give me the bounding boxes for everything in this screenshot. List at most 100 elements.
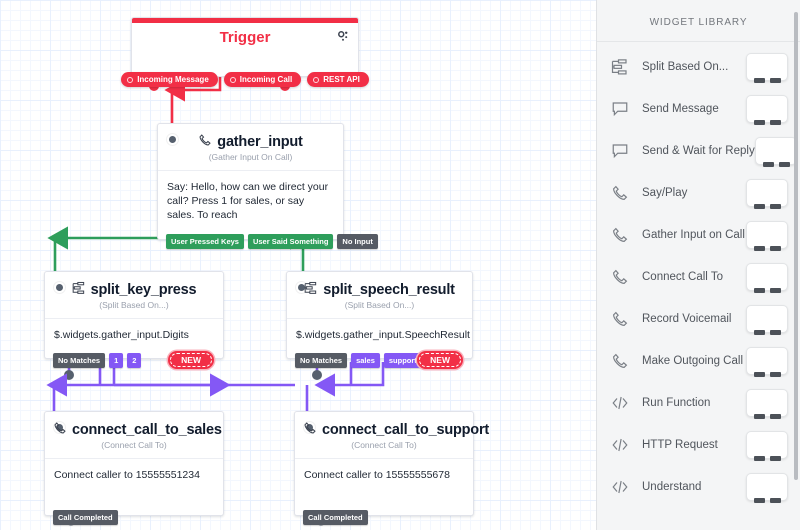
library-item-thumbnail[interactable] — [746, 95, 788, 125]
library-item-label: Gather Input on Call — [642, 229, 745, 241]
widget-library-title: WIDGET LIBRARY — [597, 0, 800, 42]
chip-key-1[interactable]: 1 — [109, 353, 124, 369]
phone-icon — [611, 310, 637, 328]
library-item-thumbnail[interactable] — [746, 263, 788, 293]
node-title-text: split_speech_result — [323, 281, 455, 298]
chip-sales[interactable]: sales — [351, 353, 380, 369]
node-subtitle: (Gather Input On Call) — [208, 152, 293, 162]
node-split-key-press[interactable]: split_key_press (Split Based On...) $.wi… — [44, 271, 224, 370]
library-item-thumbnail[interactable] — [746, 221, 788, 251]
library-item-thumbnail[interactable] — [754, 137, 797, 167]
code-icon — [611, 478, 637, 496]
phone-icon — [53, 421, 67, 439]
phone-icon — [611, 226, 637, 244]
library-item-label: Send & Wait for Reply — [642, 145, 755, 157]
trigger-title: Trigger — [219, 29, 271, 46]
chip-support[interactable]: support — [383, 353, 422, 369]
library-item-understand[interactable]: Understand — [597, 466, 800, 508]
gear-icon[interactable] — [336, 29, 350, 48]
split-icon — [72, 281, 86, 299]
library-item-connect-call-to[interactable]: Connect Call To — [597, 256, 800, 298]
node-header: connect_call_to_support (Connect Call To… — [295, 412, 489, 452]
node-title: split_speech_result — [295, 281, 464, 299]
chip-key-2[interactable]: 2 — [127, 353, 142, 369]
trigger-pill-incoming-message[interactable]: Incoming Message — [121, 72, 218, 87]
pill-dot-icon — [127, 76, 134, 83]
code-icon — [611, 394, 637, 412]
library-item-make-outgoing-call[interactable]: Make Outgoing Call — [597, 340, 800, 382]
node-title-text: connect_call_to_support — [322, 421, 490, 438]
pill-dot-icon — [313, 76, 320, 83]
library-item-record-voicemail[interactable]: Record Voicemail — [597, 298, 800, 340]
split-icon — [304, 281, 318, 299]
node-transition-chips: No Matches 1 2 — [53, 353, 142, 369]
library-item-label: Make Outgoing Call — [642, 355, 743, 367]
library-item-send-and-wait-for-reply[interactable]: Send & Wait for Reply — [597, 130, 800, 172]
new-transition-button[interactable]: NEW — [417, 351, 463, 370]
library-item-thumbnail[interactable] — [746, 305, 788, 335]
node-subtitle: (Connect Call To) — [351, 440, 417, 450]
library-item-send-message[interactable]: Send Message — [597, 88, 800, 130]
library-item-split-based-on[interactable]: Split Based On... — [597, 46, 800, 88]
chip-no-input[interactable]: No Input — [337, 233, 378, 249]
library-item-label: Understand — [642, 481, 702, 493]
trigger-accent-bar — [132, 18, 358, 23]
node-title-text: split_key_press — [90, 281, 197, 298]
split-icon — [611, 58, 637, 76]
node-connect-call-to-support[interactable]: connect_call_to_support (Connect Call To… — [294, 411, 489, 526]
chip-call-completed[interactable]: Call Completed — [53, 510, 118, 526]
phone-icon — [611, 352, 637, 370]
chat-bubble-icon — [611, 142, 637, 160]
library-item-run-function[interactable]: Run Function — [597, 382, 800, 424]
node-connect-call-to-sales[interactable]: connect_call_to_sales (Connect Call To) … — [44, 411, 224, 526]
new-transition-button[interactable]: NEW — [168, 351, 214, 370]
phone-icon — [303, 421, 317, 439]
library-item-thumbnail[interactable] — [746, 179, 788, 209]
pill-label: REST API — [323, 75, 360, 84]
chip-no-matches[interactable]: No Matches — [53, 353, 106, 369]
library-scrollbar[interactable] — [794, 12, 798, 480]
node-transition-chips: Call Completed — [303, 510, 368, 526]
library-item-http-request[interactable]: HTTP Request — [597, 424, 800, 466]
node-title: split_key_press — [53, 281, 215, 299]
node-header: split_key_press (Split Based On...) — [45, 272, 223, 312]
node-subtitle: (Connect Call To) — [101, 440, 167, 450]
edge-split-speech-result-matches — [305, 362, 385, 414]
phone-icon — [611, 184, 637, 202]
chip-user-said-something[interactable]: User Said Something — [247, 233, 334, 249]
library-item-label: Connect Call To — [642, 271, 723, 283]
node-header: split_speech_result (Split Based On...) — [287, 272, 472, 312]
phone-icon — [198, 133, 212, 151]
flow-canvas[interactable]: Trigger Incoming Message Incoming Call R… — [0, 0, 596, 530]
library-item-thumbnail[interactable] — [746, 53, 788, 83]
library-item-thumbnail[interactable] — [746, 389, 788, 419]
library-item-thumbnail[interactable] — [746, 473, 788, 503]
node-body-text: Say: Hello, how can we direct your call?… — [158, 170, 343, 239]
chip-user-pressed-keys[interactable]: User Pressed Keys — [166, 233, 244, 249]
trigger-node[interactable]: Trigger Incoming Message Incoming Call R… — [121, 17, 369, 87]
widget-library-panel: WIDGET LIBRARY Split Based On... Send Me… — [596, 0, 800, 530]
library-item-gather-input-on-call[interactable]: Gather Input on Call — [597, 214, 800, 256]
pill-dot-icon — [229, 76, 236, 83]
trigger-pill-incoming-call[interactable]: Incoming Call — [223, 72, 302, 87]
node-title: connect_call_to_sales — [53, 421, 222, 439]
node-gather-input[interactable]: gather_input (Gather Input On Call) Say:… — [157, 123, 378, 249]
chip-call-completed[interactable]: Call Completed — [303, 510, 368, 526]
node-body-text: Connect caller to 15555555678 — [295, 458, 473, 515]
edge-bus-to-connect-call-to-sales — [46, 373, 295, 414]
node-split-speech-result[interactable]: split_speech_result (Split Based On...) … — [286, 271, 473, 370]
node-title-text: connect_call_to_sales — [72, 421, 222, 438]
library-item-say-play[interactable]: Say/Play — [597, 172, 800, 214]
node-transition-chips: User Pressed Keys User Said Something No… — [166, 233, 378, 249]
library-item-label: Say/Play — [642, 187, 688, 199]
chip-no-matches[interactable]: No Matches — [295, 353, 348, 369]
library-item-thumbnail[interactable] — [746, 347, 788, 377]
library-item-label: HTTP Request — [642, 439, 718, 451]
library-item-thumbnail[interactable] — [746, 431, 788, 461]
widget-library-list: Split Based On... Send Message Send & Wa… — [597, 42, 800, 508]
trigger-outputs: Incoming Message Incoming Call REST API — [121, 72, 369, 87]
node-title-text: gather_input — [217, 133, 303, 150]
trigger-pill-rest-api[interactable]: REST API — [307, 72, 369, 87]
node-transition-chips: No Matches sales support — [295, 353, 422, 369]
library-item-label: Run Function — [642, 397, 711, 409]
